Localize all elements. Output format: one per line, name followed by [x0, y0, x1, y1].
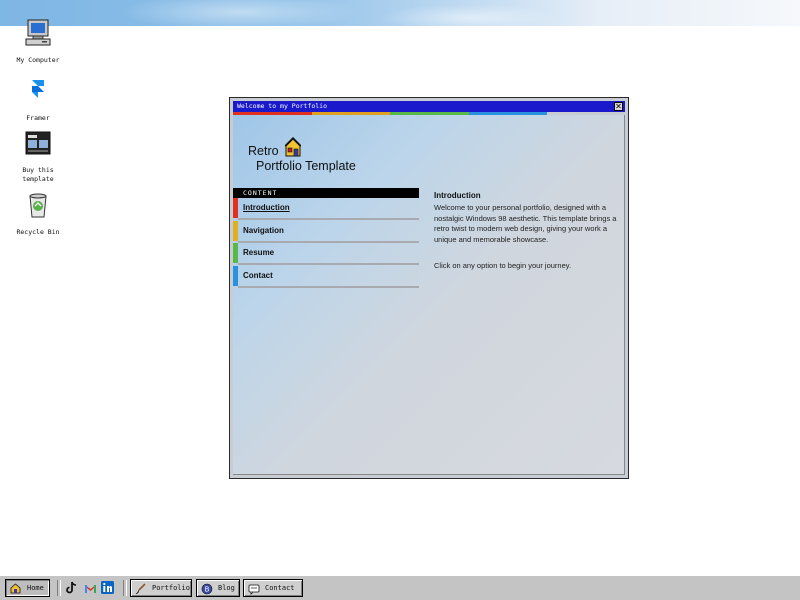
close-button[interactable]: ✕: [614, 102, 623, 111]
menu-item-introduction[interactable]: Introduction: [233, 198, 419, 221]
gmail-icon[interactable]: [84, 581, 97, 599]
logo-subtitle: Portfolio Template: [256, 159, 356, 173]
window-title: Welcome to my Portfolio: [237, 102, 328, 110]
content-title: Introduction: [434, 191, 481, 200]
portfolio-window: Welcome to my Portfolio ✕ Retro Portfoli…: [229, 97, 629, 479]
menu-item-navigation[interactable]: Navigation: [233, 220, 419, 244]
taskbar: Home Portfolio B Blog Contact: [0, 575, 800, 600]
template-icon: [23, 131, 53, 162]
taskbar-blog-button[interactable]: B Blog: [196, 579, 240, 597]
recycle-bin-icon: [23, 193, 53, 224]
menu-color-bar: [233, 220, 238, 241]
menu-color-bar: [233, 265, 238, 286]
desktop-icon-label: My Computer: [16, 56, 60, 64]
window-titlebar[interactable]: Welcome to my Portfolio ✕: [233, 101, 625, 112]
logo-title: Retro: [248, 144, 279, 158]
desktop-wallpaper-sky: [0, 0, 800, 26]
menu-color-bar: [233, 198, 238, 218]
menu-header: CONTENT: [233, 188, 419, 198]
svg-text:B: B: [205, 586, 210, 594]
menu-item-label: Contact: [243, 270, 273, 280]
desktop-icon-framer[interactable]: Framer: [3, 76, 73, 123]
menu-item-resume[interactable]: Resume: [233, 243, 419, 266]
menu-item-label: Resume: [243, 248, 275, 257]
framer-icon: [23, 80, 53, 110]
desktop-icon-my-computer[interactable]: My Computer: [3, 18, 73, 65]
linkedin-icon[interactable]: [101, 581, 114, 599]
taskbar-button-label: Portfolio: [152, 584, 190, 592]
taskbar-divider: [57, 580, 61, 596]
window-content: Retro Portfolio Template CONTENT Introdu…: [233, 115, 625, 475]
desktop-icon-label: Buy this template: [22, 166, 54, 183]
content-menu: Introduction Navigation Resume Contact: [233, 198, 419, 288]
content-body: Welcome to your personal portfolio, desi…: [434, 203, 617, 245]
menu-color-bar: [233, 243, 238, 263]
home-label: Home: [27, 584, 44, 592]
blog-icon: B: [201, 583, 213, 597]
menu-item-label: Navigation: [243, 225, 284, 235]
chat-icon: [248, 583, 260, 597]
menu-divider: [238, 285, 419, 288]
close-icon: ✕: [615, 102, 622, 111]
home-icon: [10, 583, 21, 596]
paintbrush-icon: [135, 583, 147, 597]
taskbar-contact-button[interactable]: Contact: [243, 579, 303, 597]
content-cta: Click on any option to begin your journe…: [434, 261, 572, 270]
menu-item-contact[interactable]: Contact: [233, 265, 419, 289]
taskbar-portfolio-button[interactable]: Portfolio: [130, 579, 192, 597]
taskbar-divider: [123, 580, 127, 596]
taskbar-button-label: Blog: [218, 584, 235, 592]
taskbar-button-label: Contact: [265, 584, 295, 592]
computer-icon: [23, 19, 53, 52]
tiktok-icon[interactable]: [66, 581, 78, 599]
desktop-icon-label: Recycle Bin: [16, 228, 60, 236]
menu-item-label: Introduction: [243, 203, 290, 212]
desktop-icon-label: Framer: [26, 114, 50, 122]
desktop-icon-recycle-bin[interactable]: Recycle Bin: [3, 190, 73, 237]
home-button[interactable]: Home: [5, 579, 50, 597]
desktop-icon-buy-template[interactable]: Buy this template: [3, 130, 73, 184]
